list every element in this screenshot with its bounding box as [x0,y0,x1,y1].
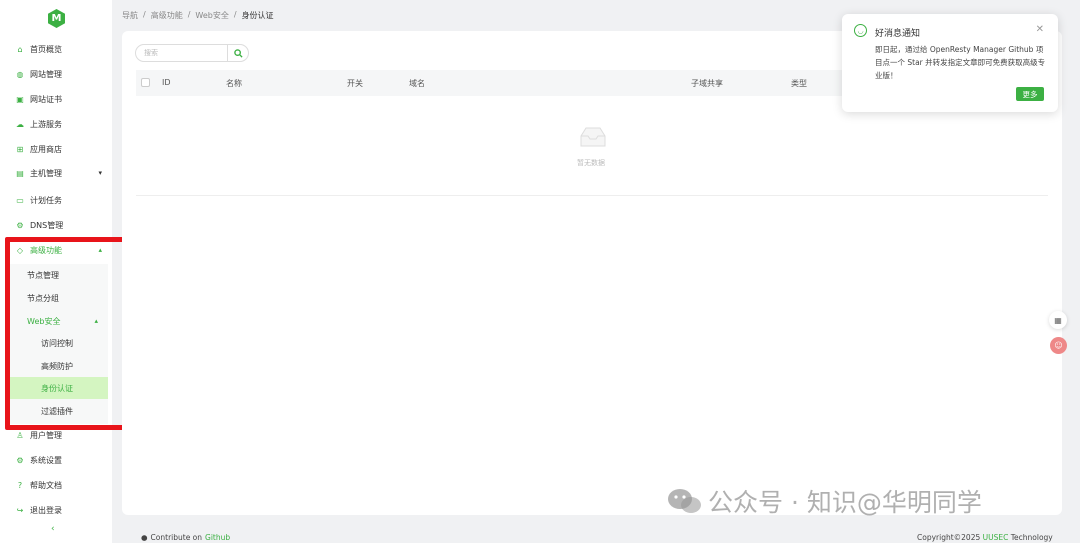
more-button[interactable]: 更多 [1016,87,1044,101]
empty-inbox-icon [580,127,606,147]
logout-icon: ↪ [16,505,24,515]
dns-icon: ⚙ [16,220,24,230]
avatar-icon[interactable]: ☺ [1050,337,1067,354]
sidebar-item-label: DNS管理 [30,220,64,230]
globe-icon: ◍ [16,69,24,79]
sidebar-item-upstream[interactable]: ☁ 上游服务 [0,114,112,134]
search-input[interactable] [136,45,228,61]
github-icon: ● [141,533,148,542]
sidebar-item-logout[interactable]: ↪ 退出登录 [0,500,112,520]
highlight-annotation-box [5,237,141,430]
close-icon[interactable]: ✕ [1036,24,1044,35]
footer-copyright: Copyright©2025 UUSEC Technology [917,533,1053,542]
sidebar-item-label: 网站证书 [30,94,62,104]
sidebar-item-label: 网站管理 [30,69,62,79]
sidebar-item-label: 系统设置 [30,455,62,465]
column-header-type[interactable]: 类型 [791,78,807,89]
breadcrumb: 导航 / 高级功能 / Web安全 / 身份认证 [122,10,274,21]
watermark-text: 公众号 · 知识@华明同学 [708,488,982,517]
breadcrumb-item[interactable]: 导航 [122,10,138,21]
column-header-switch[interactable]: 开关 [347,78,363,89]
sidebar-item-settings[interactable]: ⚙ 系统设置 [0,450,112,470]
notification-popup: ◡ 好消息通知 ✕ 即日起，通过给 OpenResty Manager Gith… [842,14,1058,112]
breadcrumb-item[interactable]: 高级功能 [151,10,183,21]
sidebar-item-sites[interactable]: ◍ 网站管理 [0,64,112,84]
chevron-down-icon: ▾ [98,169,102,177]
column-header-domain[interactable]: 域名 [409,78,425,89]
breadcrumb-item[interactable]: Web安全 [195,10,228,21]
brand-link[interactable]: UUSEC [983,533,1009,542]
sidebar-item-label: 计划任务 [30,195,62,205]
home-icon: ⌂ [17,44,23,54]
certificate-icon: ▣ [16,94,24,104]
wechat-logo-icon [668,489,701,513]
sidebar-item-label: 帮助文档 [30,480,62,490]
cloud-icon: ☁ [16,119,24,129]
column-header-name[interactable]: 名称 [226,78,242,89]
github-link[interactable]: Github [205,533,230,542]
select-all-checkbox[interactable] [141,78,150,87]
copyright-text: Copyright©2025 [917,533,981,542]
column-header-id[interactable]: ID [162,78,171,87]
calendar-icon: ▭ [16,195,24,205]
sidebar-item-label: 上游服务 [30,119,62,129]
smile-icon: ◡ [854,24,867,37]
search-icon[interactable] [228,48,248,58]
search-box [135,44,249,62]
breadcrumb-current: 身份认证 [241,11,274,20]
sidebar-item-home[interactable]: ⌂ 首页概览 [0,39,112,59]
server-icon: ▤ [16,168,24,178]
sidebar-item-app-store[interactable]: ⊞ 应用商店 [0,139,112,159]
qr-code-icon[interactable]: ▦ [1049,311,1067,329]
watermark: 公众号 · 知识@华明同学 [667,483,982,519]
collapse-sidebar-icon[interactable]: ‹ [51,524,55,534]
column-header-subdomain-share[interactable]: 子域共享 [691,78,723,89]
empty-state-text: 暂无数据 [577,159,605,167]
table-divider [136,195,1048,196]
footer-contribute: ● Contribute on Github [141,533,230,542]
footer-contribute-label: Contribute on [150,533,203,542]
sidebar-item-cron[interactable]: ▭ 计划任务 [0,190,112,210]
help-icon: ? [17,480,23,490]
sidebar-item-label: 主机管理 [30,168,62,178]
sidebar-item-label: 用户管理 [30,430,62,440]
apps-icon: ⊞ [16,144,24,154]
sidebar-item-help[interactable]: ? 帮助文档 [0,475,112,495]
user-icon: ♙ [16,430,24,440]
notification-body: 即日起，通过给 OpenResty Manager Github 项目点一个 S… [875,45,1046,80]
sidebar-item-hosts[interactable]: ▤ 主机管理 ▾ [0,163,112,183]
sidebar-item-label: 退出登录 [30,505,62,515]
sidebar-item-dns[interactable]: ⚙ DNS管理 [0,215,112,235]
sidebar-item-label: 首页概览 [30,44,62,54]
copyright-suffix: Technology [1010,533,1053,542]
gear-icon: ⚙ [16,455,24,465]
notification-title: 好消息通知 [875,29,921,39]
sidebar-item-label: 应用商店 [30,144,62,154]
sidebar-item-certificates[interactable]: ▣ 网站证书 [0,89,112,109]
app-logo[interactable]: M [48,9,65,28]
